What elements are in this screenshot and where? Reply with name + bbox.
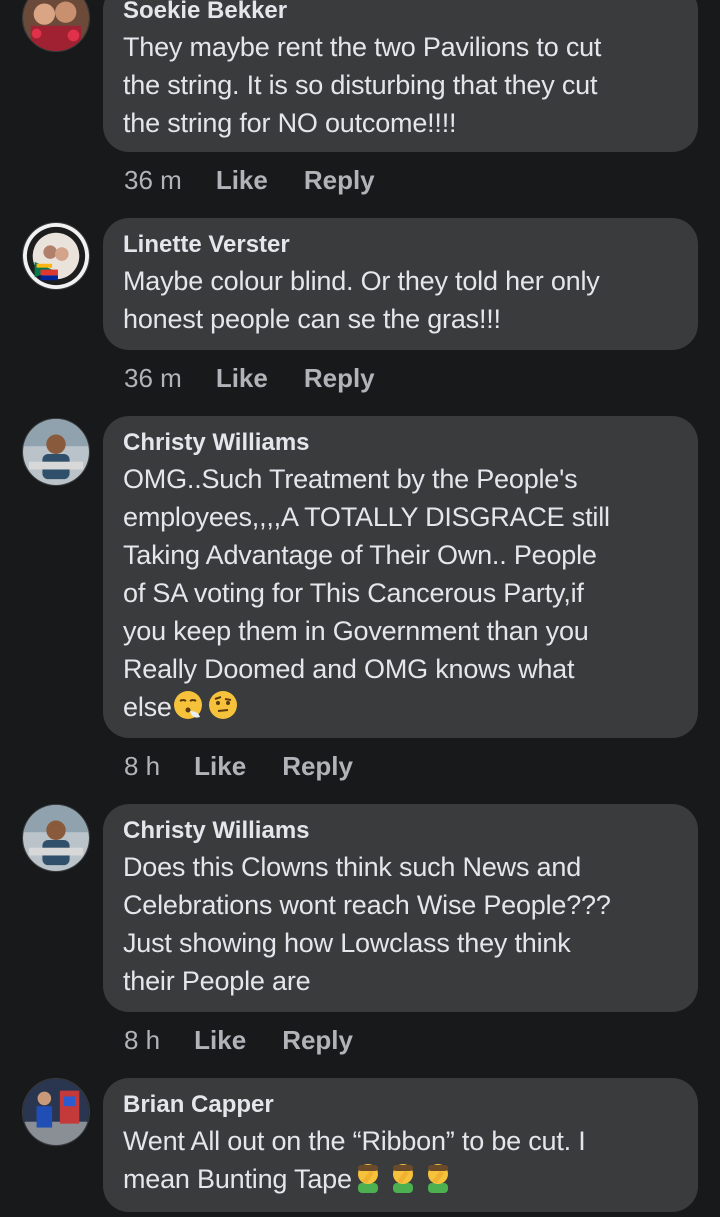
comment-timestamp[interactable]: 36 m xyxy=(124,363,182,394)
avatar[interactable] xyxy=(22,0,90,52)
reply-button[interactable]: Reply xyxy=(282,751,353,782)
avatar[interactable] xyxy=(22,222,90,290)
comment-timestamp[interactable]: 8 h xyxy=(124,751,160,782)
comment-actions: 8 h Like Reply xyxy=(124,1022,389,1058)
comment-text: Does this Clowns think such News and Cel… xyxy=(123,852,611,996)
avatar[interactable] xyxy=(22,804,90,872)
reply-button[interactable]: Reply xyxy=(304,165,375,196)
comment-text-tail: mean Bunting Tape xyxy=(123,1164,352,1194)
comment-bubble: Soekie Bekker They maybe rent the two Pa… xyxy=(103,0,698,152)
like-button[interactable]: Like xyxy=(216,363,268,394)
face-exhaling-emoji xyxy=(173,691,202,719)
comment-bubble: Christy Williams Does this Clowns think … xyxy=(103,804,698,1012)
like-button[interactable]: Like xyxy=(216,165,268,196)
comment-text-body: Went All out on the “Ribbon” to be cut. … xyxy=(123,1126,586,1156)
comment-bubble: Linette Verster Maybe colour blind. Or t… xyxy=(103,218,698,350)
comment-actions: 36 m Like Reply xyxy=(124,162,411,198)
like-button[interactable]: Like xyxy=(194,1025,246,1056)
comment-author[interactable]: Brian Capper xyxy=(123,1090,678,1120)
man-facepalming-emoji xyxy=(357,1164,378,1193)
comment-timestamp[interactable]: 36 m xyxy=(124,165,182,196)
comment-actions: 8 h Like Reply xyxy=(124,748,389,784)
comment-author[interactable]: Christy Williams xyxy=(123,428,678,458)
comment-actions: 36 m Like Reply xyxy=(124,360,411,396)
comment-author[interactable]: Linette Verster xyxy=(123,230,678,260)
comment-author[interactable]: Christy Williams xyxy=(123,816,678,846)
comment-feed: Soekie Bekker They maybe rent the two Pa… xyxy=(0,0,720,1217)
comment-text: Went All out on the “Ribbon” to be cut. … xyxy=(123,1122,678,1198)
avatar[interactable] xyxy=(22,1078,90,1146)
comment-text: They maybe rent the two Pavilions to cut… xyxy=(123,32,602,138)
reply-button[interactable]: Reply xyxy=(282,1025,353,1056)
avatar[interactable] xyxy=(22,418,90,486)
comment-author[interactable]: Soekie Bekker xyxy=(123,0,678,26)
comment-text: Maybe colour blind. Or they told her onl… xyxy=(123,266,600,334)
man-facepalming-emoji xyxy=(427,1164,448,1193)
comment-text: OMG..Such Treatment by the People's empl… xyxy=(123,460,678,726)
comment-timestamp[interactable]: 8 h xyxy=(124,1025,160,1056)
comment-text-body: OMG..Such Treatment by the People's empl… xyxy=(123,464,610,684)
man-facepalming-emoji xyxy=(392,1164,413,1193)
like-button[interactable]: Like xyxy=(194,751,246,782)
reply-button[interactable]: Reply xyxy=(304,363,375,394)
face-with-raised-eyebrow-emoji xyxy=(208,691,237,719)
comment-bubble: Brian Capper Went All out on the “Ribbon… xyxy=(103,1078,698,1212)
comment-text-tail: else xyxy=(123,692,172,722)
comment-bubble: Christy Williams OMG..Such Treatment by … xyxy=(103,416,698,738)
